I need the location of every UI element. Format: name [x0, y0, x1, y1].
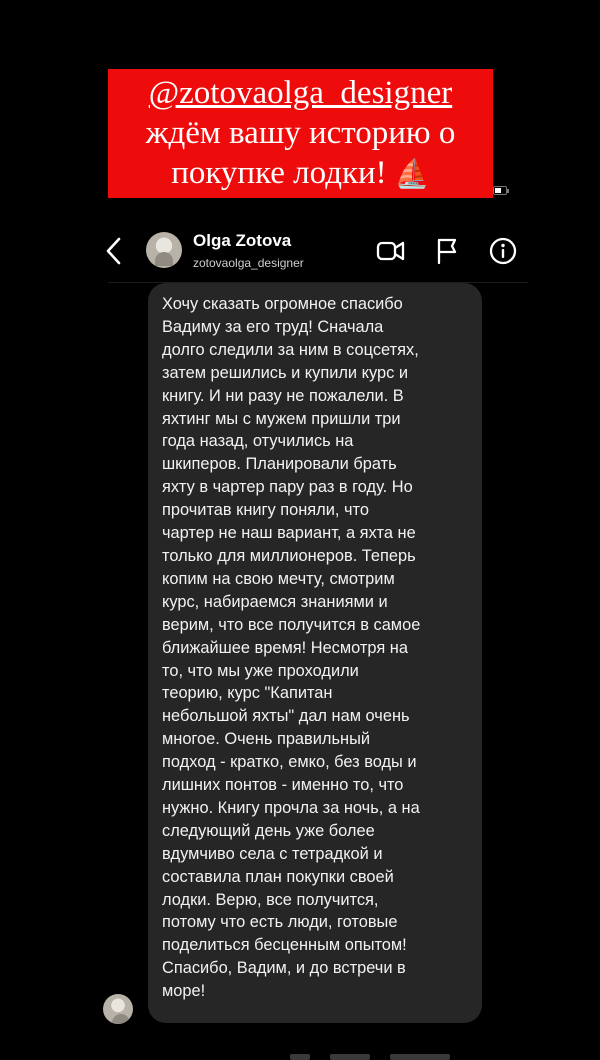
flag-icon[interactable] — [432, 236, 462, 266]
contact-username: zotovaolga_designer — [193, 256, 304, 270]
contact-name[interactable]: Olga Zotova — [193, 231, 291, 251]
mention-link[interactable]: @zotovaolga_designer — [108, 73, 493, 113]
bottom-strip-mark — [330, 1054, 370, 1060]
battery-icon — [493, 186, 509, 195]
bottom-strip-mark — [390, 1054, 450, 1060]
bottom-strip-mark — [290, 1054, 310, 1060]
avatar[interactable] — [146, 232, 182, 268]
back-chevron-icon[interactable] — [102, 232, 126, 270]
message-bubble[interactable]: Хочу сказать огромное спасибо Вадиму за … — [148, 283, 482, 1023]
sender-avatar[interactable] — [103, 994, 133, 1024]
chat-header: Olga Zotova zotovaolga_designer — [0, 222, 600, 282]
story-caption-banner: @zotovaolga_designer ждём вашу историю о… — [108, 69, 493, 198]
info-icon[interactable] — [488, 236, 518, 266]
caption-line-2-text: покупке лодки! — [171, 155, 387, 191]
caption-line-2: покупке лодки! ⛵ — [108, 153, 493, 195]
caption-line-1: ждём вашу историю о — [145, 115, 456, 151]
message-text: Хочу сказать огромное спасибо Вадиму за … — [162, 295, 421, 1001]
video-call-icon[interactable] — [376, 236, 406, 266]
sailboat-icon: ⛵ — [394, 159, 430, 190]
